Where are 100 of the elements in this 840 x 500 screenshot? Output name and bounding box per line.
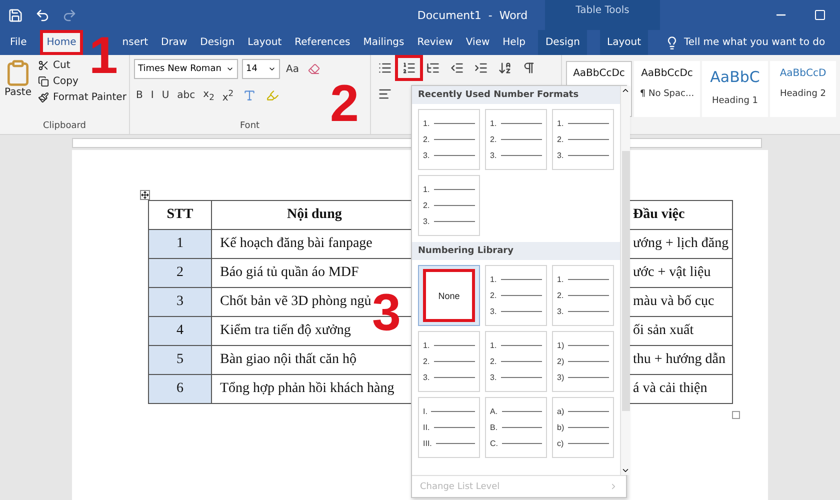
list-preview-line: 2) [557,357,609,366]
ribbon-tab[interactable]: Review [417,30,453,55]
window-title: Document1 - Word [416,8,529,24]
dropdown-icon [268,65,276,73]
ribbon-tab[interactable]: Design [538,30,587,55]
change-case-button[interactable]: Aa [284,64,301,74]
scissors-icon [38,60,49,71]
format-button[interactable]: x$_{2}$ [201,89,216,102]
list-preview-line: 3. [490,151,542,160]
scroll-up-icon[interactable] [621,86,630,95]
numbering-format-option[interactable]: 1. 2. 3. [418,331,480,392]
save-icon[interactable] [8,8,23,22]
list-preview-line: 3. [557,151,609,160]
table-cell: 4 [148,316,212,346]
numbering-format-option[interactable]: A. B. C. [485,397,547,458]
list-preview-line: 1. [490,275,542,284]
table-cell: 2 [148,258,212,288]
dropdown-icon [226,65,234,73]
list-preview-line: B. [490,423,542,432]
numbering-format-option[interactable]: 1. 2. 3. [485,265,547,326]
list-preview-line: 1. [557,275,609,284]
tell-me-field[interactable]: Tell me what you want to do [684,37,826,48]
list-preview-line: 3. [490,307,542,316]
none-option[interactable]: None [418,265,480,326]
numbering-format-option[interactable]: 1. 2. 3. [552,265,614,326]
table-cell: 5 [148,346,212,374]
numbering-format-option[interactable]: 1. 2. 3. [485,109,547,170]
scrollbar[interactable] [620,86,630,475]
clipboard-button[interactable]: Copy [36,75,128,88]
list-preview-line: 3. [423,373,475,382]
list-preview-line: 2. [423,135,475,144]
table-header-cell: STT [148,200,212,230]
font-name-field[interactable]: Times New Roman [134,59,238,79]
list-preview-line: A. [490,407,542,416]
numbering-format-option[interactable]: 1. 2. 3. [485,331,547,392]
list-preview-line: 2. [490,291,542,300]
ribbon-tab[interactable]: Design [200,30,235,55]
clipboard-button[interactable]: Format Painter [36,91,128,104]
scroll-down-icon[interactable] [621,466,630,475]
list-preview-line: 2. [490,357,542,366]
format-button[interactable]: abc [175,90,198,101]
paintbrush-icon [38,92,49,103]
list-preview-line: 3. [423,217,475,226]
format-button[interactable]: I [148,90,156,101]
ribbon-tab[interactable]: File [10,30,27,55]
group-label: Font [238,121,261,133]
list-preview-line: 3. [423,151,475,160]
style-option[interactable]: AaBbC Heading 1 [702,61,768,117]
list-preview-line: 1. [490,119,542,128]
list-preview-line: 2. [423,201,475,210]
list-preview-line: 2. [490,135,542,144]
ribbon-tab[interactable]: Layout [600,30,648,55]
font-size-field[interactable]: 14 [242,59,280,79]
list-preview-line: 2. [423,357,475,366]
table-cell: 1 [148,230,212,258]
ribbon-tab[interactable]: Home [40,30,84,55]
list-preview-line: a) [557,407,609,416]
list-preview-line: 3. [490,373,542,382]
numbering-format-option[interactable]: a) b) c) [552,397,614,458]
list-preview-line: b) [557,423,609,432]
redo-icon[interactable] [62,8,77,22]
list-preview-line: 1. [423,185,475,194]
list-preview-line: III. [423,439,475,448]
undo-icon[interactable] [35,8,50,22]
style-option[interactable]: AaBbCcD Heading 2 [770,61,836,117]
format-button[interactable]: B [134,90,145,101]
numbering-format-option[interactable]: 1. 2. 3. [418,109,480,170]
ribbon-tab[interactable]: Draw [161,30,188,55]
ribbon-tab[interactable]: Help [502,30,526,55]
context-label: Table Tools [576,5,630,18]
paste-button[interactable]: Paste [4,59,32,121]
table-cell: 3 [148,288,212,316]
format-button[interactable]: x$^{2}$ [220,88,236,104]
chevron-right-icon [609,482,618,491]
list-preview-line: II. [423,423,475,432]
numbering-format-option[interactable]: 1. 2. 3. [552,109,614,170]
ribbon-tab[interactable]: Layout [248,30,282,55]
list-preview-line: 1. [423,119,475,128]
ribbon-tab[interactable]: View [466,30,490,55]
table-cell: 6 [148,374,212,404]
table-move-handle[interactable] [140,190,150,200]
group-label: Clipboard [42,121,87,133]
lightbulb-icon [665,36,679,50]
copy-icon [38,76,49,87]
format-button[interactable]: U [160,90,172,101]
maximize-icon[interactable] [814,9,826,21]
menu-section-title: Recently Used Number Formats [412,86,620,104]
numbering-format-option[interactable]: I. II. III. [418,397,480,458]
ribbon-tab[interactable]: References [294,30,350,55]
list-preview-line: 3) [557,373,609,382]
ribbon-tab[interactable]: Mailings [363,30,404,55]
list-preview-line: 3. [557,307,609,316]
numbering-format-option[interactable]: 1) 2) 3) [552,331,614,392]
list-preview-line: 1. [557,119,609,128]
list-preview-line: 2. [557,135,609,144]
numbering-format-option[interactable]: 1. 2. 3. [418,175,480,236]
style-option[interactable]: AaBbCcDc ¶ No Spac... [634,61,700,117]
list-preview-line: C. [490,439,542,448]
ribbon-tab[interactable]: nsert [122,30,148,55]
list-preview-line: 2. [557,291,609,300]
